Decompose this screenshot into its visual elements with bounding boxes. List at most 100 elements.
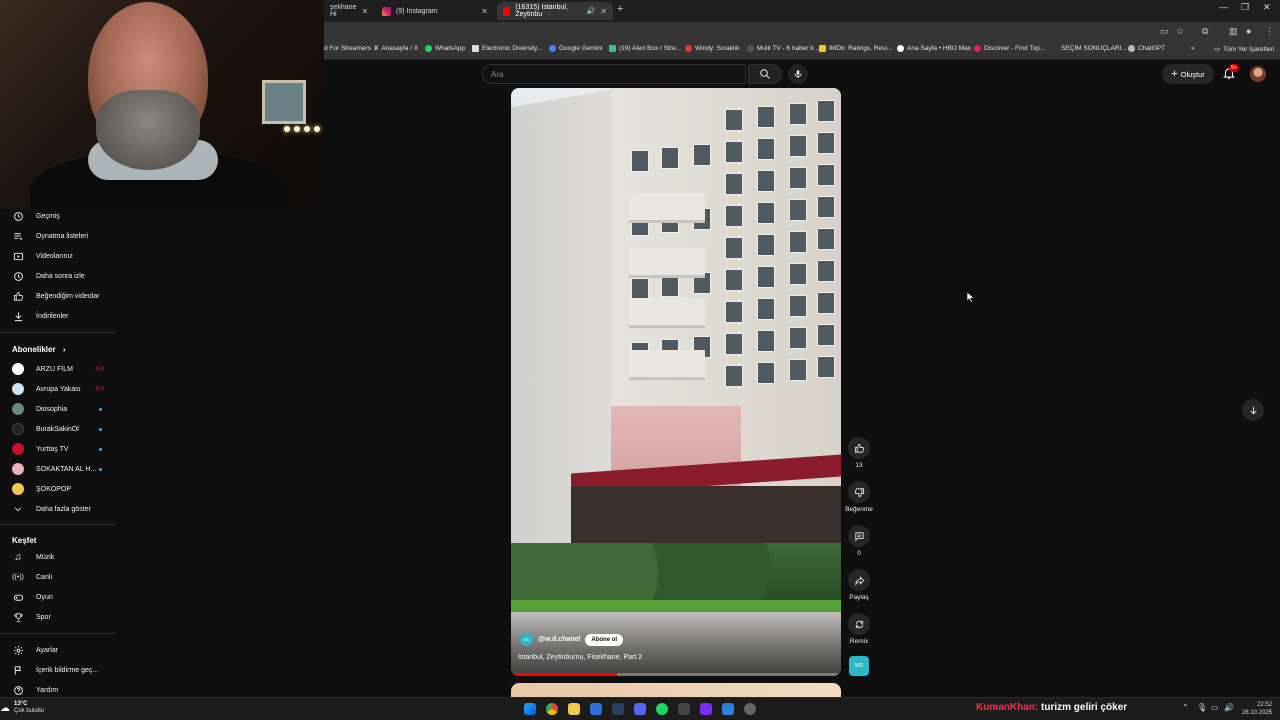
bookmark[interactable]: d For Streamers <box>324 45 371 52</box>
file-explorer-icon[interactable] <box>568 703 580 715</box>
browser-tab-active[interactable]: (16315) Istanbul, Zeytinbu 🔊 ✕ <box>497 2 613 20</box>
sidebar-item-sports[interactable]: Spor <box>0 608 116 626</box>
close-icon[interactable]: ✕ <box>481 7 488 16</box>
sidebar-subscription[interactable]: SOKAKTAN AL H... <box>0 460 116 478</box>
video-window <box>817 164 835 186</box>
dislike-button[interactable]: Beğenme <box>845 481 873 513</box>
calculator-icon[interactable] <box>678 703 690 715</box>
windows-start-icon[interactable] <box>524 703 536 715</box>
bookmark[interactable]: X Anasayfa / X <box>374 45 418 52</box>
clock[interactable]: 22:52 28.10.2025 <box>1242 701 1272 717</box>
short-title[interactable]: Istanbul, Zeytinburnu, Fisekhane, Part 2 <box>518 654 642 661</box>
cast-icon[interactable]: ▭ <box>1160 26 1169 37</box>
next-short-preview[interactable] <box>511 683 841 697</box>
sidebar-item-your-videos[interactable]: Videolarınız <box>0 247 116 265</box>
bookmark[interactable]: WhatsApp <box>425 45 465 52</box>
menu-icon[interactable]: ⋮ <box>1265 26 1274 37</box>
app-icon[interactable] <box>722 703 734 715</box>
sidebar-subscription[interactable]: Yurttaş TV <box>0 440 116 458</box>
subscribe-button[interactable]: Abone ol <box>585 633 624 646</box>
sidebar-item-downloads[interactable]: İndirilenler <box>0 307 116 325</box>
sidebar-item-liked[interactable]: Beğendiğim videolar <box>0 287 116 305</box>
bookmark[interactable]: Discover - Find Top... <box>974 45 1045 52</box>
weather-text: Çok bulutlu <box>14 708 45 714</box>
discord-icon[interactable] <box>634 703 646 715</box>
network-icon[interactable]: ▭ <box>1211 703 1219 712</box>
sidebar-subscription[interactable]: Avrupa Yakası ((•)) <box>0 380 116 398</box>
create-button[interactable]: + Oluştur <box>1162 64 1214 84</box>
close-icon[interactable]: ✕ <box>361 7 368 16</box>
volume-icon[interactable]: 🔊 <box>1224 703 1234 712</box>
speaker-icon[interactable]: 🔊 <box>587 7 596 15</box>
search-button[interactable] <box>748 64 782 84</box>
minimize-icon[interactable]: — <box>1219 2 1228 12</box>
search-input[interactable]: Ara <box>482 64 746 84</box>
bookmark[interactable]: Ana Sayfa • HBO Max <box>897 45 971 52</box>
sound-source-thumbnail[interactable]: WD <box>849 656 869 676</box>
subscriptions-title[interactable]: Abonelikler › <box>12 345 65 354</box>
close-icon[interactable]: ✕ <box>600 7 607 16</box>
all-bookmarks[interactable]: ▭ Tüm Yer İşaretleri <box>1214 45 1274 54</box>
bookmark[interactable]: SEÇİM SONUÇLARI... <box>1061 45 1127 52</box>
sidebar-item-music[interactable]: ♫ Müzik <box>0 548 116 566</box>
bookmark[interactable]: Windy: Sıcaklık <box>685 45 739 52</box>
bookmark[interactable]: (19) Alert Box / Stre... <box>609 45 681 52</box>
ticker-name: KumanKhan: <box>976 702 1039 713</box>
sidebar-subscription[interactable]: ŞOKOPOP <box>0 480 116 498</box>
show-more-button[interactable]: Daha fazla göster <box>0 500 116 518</box>
voice-search-button[interactable] <box>788 64 808 84</box>
video-window <box>725 141 743 163</box>
window-close-icon[interactable]: ✕ <box>1263 2 1271 13</box>
spotify-icon[interactable] <box>656 703 668 715</box>
steam-icon[interactable] <box>612 703 624 715</box>
short-video-player[interactable]: WD @w.d.chanel Abone ol Istanbul, Zeytin… <box>511 88 841 676</box>
bookmark[interactable]: ChatGPT <box>1128 45 1165 52</box>
bookmark[interactable]: Google Gemini <box>549 45 602 52</box>
like-button[interactable]: 13 <box>845 437 873 469</box>
bookmark-star-icon[interactable]: ☆ <box>1176 26 1184 37</box>
sidebar-toggle-icon[interactable]: ▥ <box>1229 26 1238 37</box>
app-icon[interactable] <box>700 703 712 715</box>
chrome-icon[interactable] <box>546 703 558 715</box>
extensions-icon[interactable]: ⧉ <box>1202 26 1208 37</box>
avatar[interactable] <box>1250 66 1266 82</box>
new-tab-icon[interactable]: + <box>617 3 623 15</box>
bookmark[interactable]: Electronic Diversity... <box>472 45 542 52</box>
comments-button[interactable]: 0 <box>845 525 873 557</box>
sidebar-item-settings[interactable]: Ayarlar <box>0 641 116 659</box>
channel-avatar[interactable]: WD <box>520 633 533 646</box>
sidebar-subscription[interactable]: Diosophia <box>0 400 116 418</box>
profile-icon[interactable]: ● <box>1246 26 1251 36</box>
bookmark[interactable]: Multi TV - 6 haber k... <box>747 45 819 52</box>
app-icon[interactable] <box>744 703 756 715</box>
maximize-icon[interactable]: ❐ <box>1241 2 1249 13</box>
instagram-icon <box>382 6 391 16</box>
more-bookmarks-icon[interactable]: » <box>1191 45 1195 52</box>
sidebar-item-report-history[interactable]: İçerik bildirme geç... <box>0 661 116 679</box>
progress-bar[interactable] <box>511 673 841 676</box>
remix-button[interactable]: Remix <box>845 613 873 645</box>
next-short-button[interactable] <box>1242 399 1264 421</box>
sidebar-item-history[interactable]: Geçmiş <box>0 207 116 225</box>
section-title-label: Abonelikler <box>12 345 56 354</box>
sidebar-subscription[interactable]: BurakSakinOl <box>0 420 116 438</box>
bookmark-label: Anasayfa / X <box>381 45 419 52</box>
channel-name[interactable]: @w.d.chanel <box>538 636 580 643</box>
video-terrace <box>571 486 841 546</box>
sidebar-subscription[interactable]: ARZU FİLM ((•)) <box>0 360 116 378</box>
bookmark[interactable]: IMDb: Ratings, Revi... <box>819 45 892 52</box>
weather-widget[interactable]: 13°C Çok bulutlu <box>14 701 44 715</box>
sidebar-item-live[interactable]: ((•)) Canlı <box>0 568 116 586</box>
webcam-overlay <box>0 0 324 209</box>
share-button[interactable]: Paylaş <box>845 569 873 601</box>
browser-tab[interactable]: (9) Instagram ✕ <box>376 2 494 20</box>
bookmark-label: (19) Alert Box / Stre... <box>619 45 682 52</box>
sidebar-item-watch-later[interactable]: Daha sonra izle <box>0 267 116 285</box>
sidebar-item-playlists[interactable]: Oynatma listeleri <box>0 227 116 245</box>
video-window <box>757 362 775 384</box>
browser-tab[interactable]: şekhane Hi ✕ <box>324 2 372 20</box>
app-icon[interactable] <box>590 703 602 715</box>
chevron-up-icon[interactable]: ⌃ <box>1182 703 1189 712</box>
mic-icon[interactable]: 🎙 <box>1197 703 1207 712</box>
sidebar-item-gaming[interactable]: Oyun <box>0 588 116 606</box>
